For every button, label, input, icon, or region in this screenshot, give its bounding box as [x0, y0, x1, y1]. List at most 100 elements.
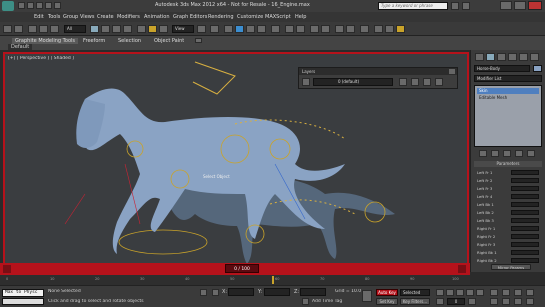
keyframe-marker[interactable] [272, 276, 274, 284]
undo-toolbar-icon[interactable] [3, 25, 12, 33]
menu-modifiers[interactable]: Modifiers [117, 14, 140, 20]
menu-views[interactable]: Views [80, 14, 94, 20]
add-time-tag-icon[interactable] [302, 298, 309, 305]
param-row-spinner[interactable] [511, 178, 539, 183]
unlink-icon[interactable] [39, 25, 48, 33]
stack-item-editable-mesh[interactable]: Editable Mesh [477, 95, 539, 101]
key-icon[interactable] [362, 290, 372, 302]
modifier-list-dropdown[interactable]: Modifier List [474, 75, 542, 82]
orbit-icon[interactable] [514, 298, 522, 305]
menu-rendering[interactable]: Rendering [208, 14, 234, 20]
tab-selection[interactable]: Selection [118, 38, 141, 44]
y-coord-field[interactable] [264, 288, 290, 296]
hierarchy-tab-icon[interactable] [497, 53, 506, 61]
render-production-icon[interactable] [396, 25, 405, 33]
auto-key-button[interactable]: Auto Key [376, 289, 398, 296]
layer-manager-icon[interactable] [310, 25, 319, 33]
align-icon[interactable] [296, 25, 305, 33]
menu-tools[interactable]: Tools [48, 14, 60, 20]
select-object-icon[interactable] [90, 25, 99, 33]
time-slider[interactable]: 0 / 100 [0, 263, 470, 275]
display-tab-icon[interactable] [519, 53, 528, 61]
maximize-viewport-icon[interactable] [526, 298, 534, 305]
layers-window-close-icon[interactable] [449, 69, 455, 74]
open-file-icon[interactable] [27, 2, 34, 9]
schematic-view-icon[interactable] [346, 25, 355, 33]
zoom-extents-all-icon[interactable] [526, 289, 534, 296]
pan-icon[interactable] [502, 298, 510, 305]
graphite-toggle-icon[interactable] [321, 25, 330, 33]
show-end-result-icon[interactable] [491, 150, 499, 157]
stack-item-skin[interactable]: Skin [477, 88, 539, 94]
selection-filter-dropdown[interactable]: All [64, 25, 86, 33]
ribbon-default-label[interactable]: Default [8, 44, 33, 50]
track-bar[interactable]: 0 10 20 30 40 50 60 70 80 90 100 [0, 275, 470, 285]
mirror-params-button[interactable]: Mirror Params [491, 264, 531, 270]
undo-icon[interactable] [45, 2, 52, 9]
curve-editor-icon[interactable] [335, 25, 344, 33]
field-of-view-icon[interactable] [490, 298, 498, 305]
play-icon[interactable] [456, 289, 464, 296]
param-row-spinner[interactable] [511, 250, 539, 255]
add-time-tag-label[interactable]: Add Time Tag [312, 299, 342, 304]
rendered-frame-icon[interactable] [385, 25, 394, 33]
new-file-icon[interactable] [18, 2, 25, 9]
motion-tab-icon[interactable] [508, 53, 517, 61]
layer-manager-window-icon[interactable] [435, 78, 443, 86]
bind-space-warp-icon[interactable] [50, 25, 59, 33]
render-setup-icon[interactable] [374, 25, 383, 33]
time-slider-thumb[interactable]: 0 / 100 [225, 264, 259, 273]
layers-window-titlebar[interactable]: Layers [299, 68, 457, 75]
search-input[interactable]: Type a keyword or phrase [378, 2, 448, 10]
app-logo-icon[interactable] [2, 1, 14, 11]
param-row-spinner[interactable] [511, 186, 539, 191]
maximize-icon[interactable] [514, 1, 526, 10]
set-key-filter-dropdown[interactable]: Selected [400, 289, 430, 296]
redo-icon[interactable] [54, 2, 61, 9]
object-name-field[interactable]: Horse-Body [474, 65, 530, 72]
param-row-spinner[interactable] [511, 234, 539, 239]
param-row-spinner[interactable] [511, 170, 539, 175]
close-icon[interactable] [528, 1, 542, 10]
named-selection-icon[interactable] [271, 25, 280, 33]
create-tab-icon[interactable] [475, 53, 484, 61]
maxscript-listener-field[interactable]: Max to Physc [2, 289, 44, 297]
select-rotate-icon[interactable] [148, 25, 157, 33]
zoom-all-icon[interactable] [502, 289, 510, 296]
material-editor-icon[interactable] [360, 25, 369, 33]
menu-edit[interactable]: Edit [34, 14, 44, 20]
select-by-name-icon[interactable] [101, 25, 110, 33]
zoom-extents-icon[interactable] [514, 289, 522, 296]
absolute-mode-icon[interactable] [212, 289, 219, 296]
layer-new-icon[interactable] [411, 78, 419, 86]
menu-group[interactable]: Group [63, 14, 78, 20]
param-row-spinner[interactable] [511, 202, 539, 207]
select-scale-icon[interactable] [159, 25, 168, 33]
reference-coordinate-dropdown[interactable]: View [172, 25, 194, 33]
snap-toggle-icon[interactable] [224, 25, 233, 33]
menu-help[interactable]: Help [295, 14, 306, 20]
ribbon-options-icon[interactable] [195, 38, 202, 43]
percent-snap-icon[interactable] [246, 25, 255, 33]
zoom-icon[interactable] [490, 289, 498, 296]
lock-selection-icon[interactable] [200, 289, 207, 296]
param-row-spinner[interactable] [511, 194, 539, 199]
set-key-button[interactable]: Set Key [376, 298, 398, 305]
x-coord-field[interactable] [228, 288, 254, 296]
remove-modifier-icon[interactable] [515, 150, 523, 157]
go-to-start-icon[interactable] [436, 289, 444, 296]
tab-object-paint[interactable]: Object Paint [154, 38, 184, 44]
time-slider-next-icon[interactable] [458, 265, 466, 273]
modify-tab-icon[interactable] [486, 53, 495, 61]
time-configuration-icon[interactable] [468, 298, 476, 305]
region-select-icon[interactable] [112, 25, 121, 33]
menu-maxscript[interactable]: MAXScript [265, 14, 291, 20]
menu-customize[interactable]: Customize [237, 14, 263, 20]
redo-toolbar-icon[interactable] [14, 25, 23, 33]
spinner-snap-icon[interactable] [257, 25, 266, 33]
key-mode-toggle-icon[interactable] [436, 298, 444, 305]
window-crossing-icon[interactable] [123, 25, 132, 33]
param-row-spinner[interactable] [511, 226, 539, 231]
configure-sets-icon[interactable] [527, 150, 535, 157]
current-frame-field[interactable]: 0 [447, 298, 465, 305]
